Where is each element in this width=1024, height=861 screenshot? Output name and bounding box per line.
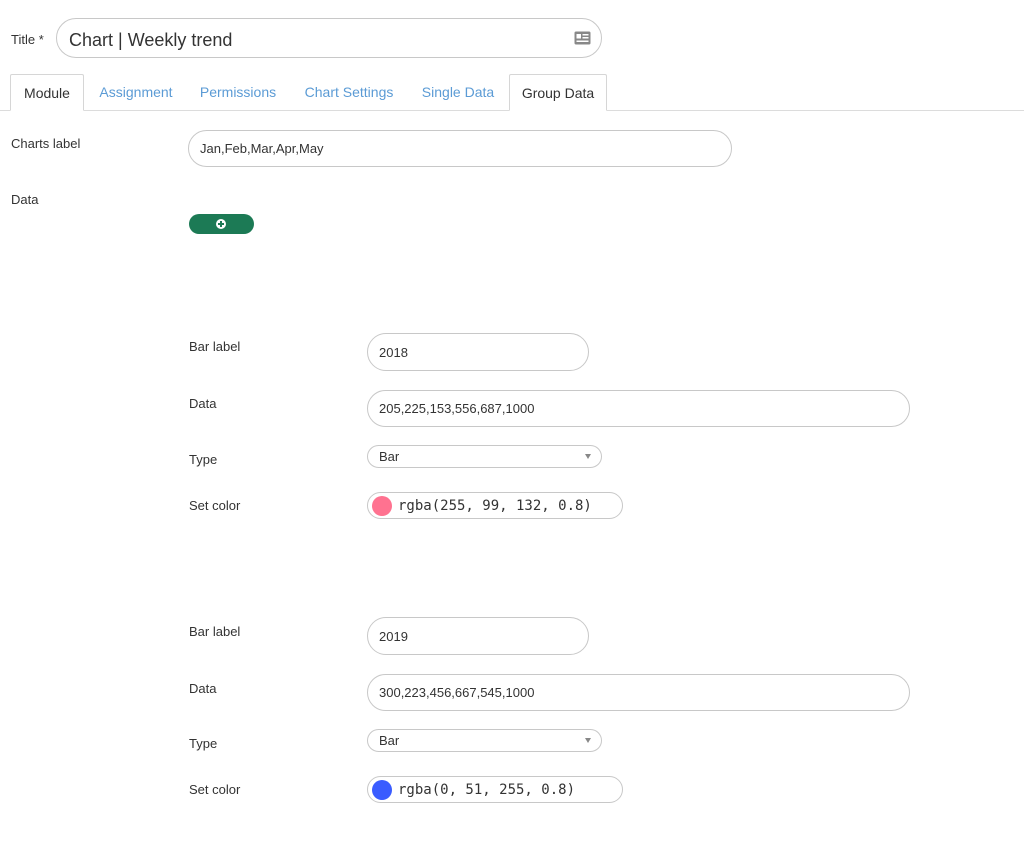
charts-label-input[interactable]: Jan,Feb,Mar,Apr,May — [188, 130, 732, 167]
dataset-2-color-picker[interactable]: rgba(0, 51, 255, 0.8) — [367, 776, 623, 803]
dataset-2-bar-label-input[interactable]: 2019 — [367, 617, 589, 655]
dataset-1-bar-label-input[interactable]: 2018 — [367, 333, 589, 371]
dataset-1-color-label: Set color — [189, 498, 241, 513]
dataset-1-bar-label-value: 2018 — [379, 344, 408, 360]
charts-label-label: Charts label — [11, 136, 81, 151]
dataset-2-bar-label-value: 2019 — [379, 628, 408, 644]
color-swatch-icon[interactable] — [372, 780, 392, 800]
dataset-1-color-value: rgba(255, 99, 132, 0.8) — [398, 497, 592, 514]
dataset-1-type-value: Bar — [379, 449, 400, 464]
tab-module[interactable]: Module — [10, 74, 84, 111]
title-label: Title * — [11, 32, 44, 47]
tab-assignment[interactable]: Assignment — [86, 74, 186, 111]
dataset-2-data-label: Data — [189, 681, 217, 696]
dataset-2-data-value: 300,223,456,667,545,1000 — [379, 685, 535, 700]
tab-single-data[interactable]: Single Data — [410, 74, 506, 111]
dataset-2-type-select[interactable]: Bar — [367, 729, 602, 752]
dataset-1-data-input[interactable]: 205,225,153,556,687,1000 — [367, 390, 910, 427]
dataset-2-color-label: Set color — [189, 782, 241, 797]
dataset-2-color-value: rgba(0, 51, 255, 0.8) — [398, 781, 576, 798]
contact-card-icon — [574, 31, 591, 50]
dataset-1-bar-label-label: Bar label — [189, 339, 241, 354]
add-dataset-button[interactable] — [189, 214, 254, 234]
data-section-label: Data — [11, 192, 39, 207]
chevron-down-icon — [585, 454, 591, 459]
dataset-2-bar-label-label: Bar label — [189, 624, 241, 639]
charts-label-value: Jan,Feb,Mar,Apr,May — [200, 141, 324, 156]
chevron-down-icon — [585, 738, 591, 743]
color-swatch-icon[interactable] — [372, 496, 392, 516]
plus-circle-icon — [216, 219, 226, 229]
dataset-2-data-input[interactable]: 300,223,456,667,545,1000 — [367, 674, 910, 711]
tab-permissions[interactable]: Permissions — [188, 74, 288, 111]
title-input[interactable]: Chart | Weekly trend — [56, 18, 602, 58]
dataset-2-type-value: Bar — [379, 733, 400, 748]
dataset-1-data-value: 205,225,153,556,687,1000 — [379, 401, 535, 416]
dataset-2-type-label: Type — [189, 736, 218, 751]
tab-group-data[interactable]: Group Data — [509, 74, 607, 111]
dataset-1-type-select[interactable]: Bar — [367, 445, 602, 468]
title-value: Chart | Weekly trend — [69, 30, 233, 50]
tab-chart-settings[interactable]: Chart Settings — [294, 74, 404, 111]
dataset-1-type-label: Type — [189, 452, 218, 467]
dataset-1-data-label: Data — [189, 396, 217, 411]
dataset-1-color-picker[interactable]: rgba(255, 99, 132, 0.8) — [367, 492, 623, 519]
